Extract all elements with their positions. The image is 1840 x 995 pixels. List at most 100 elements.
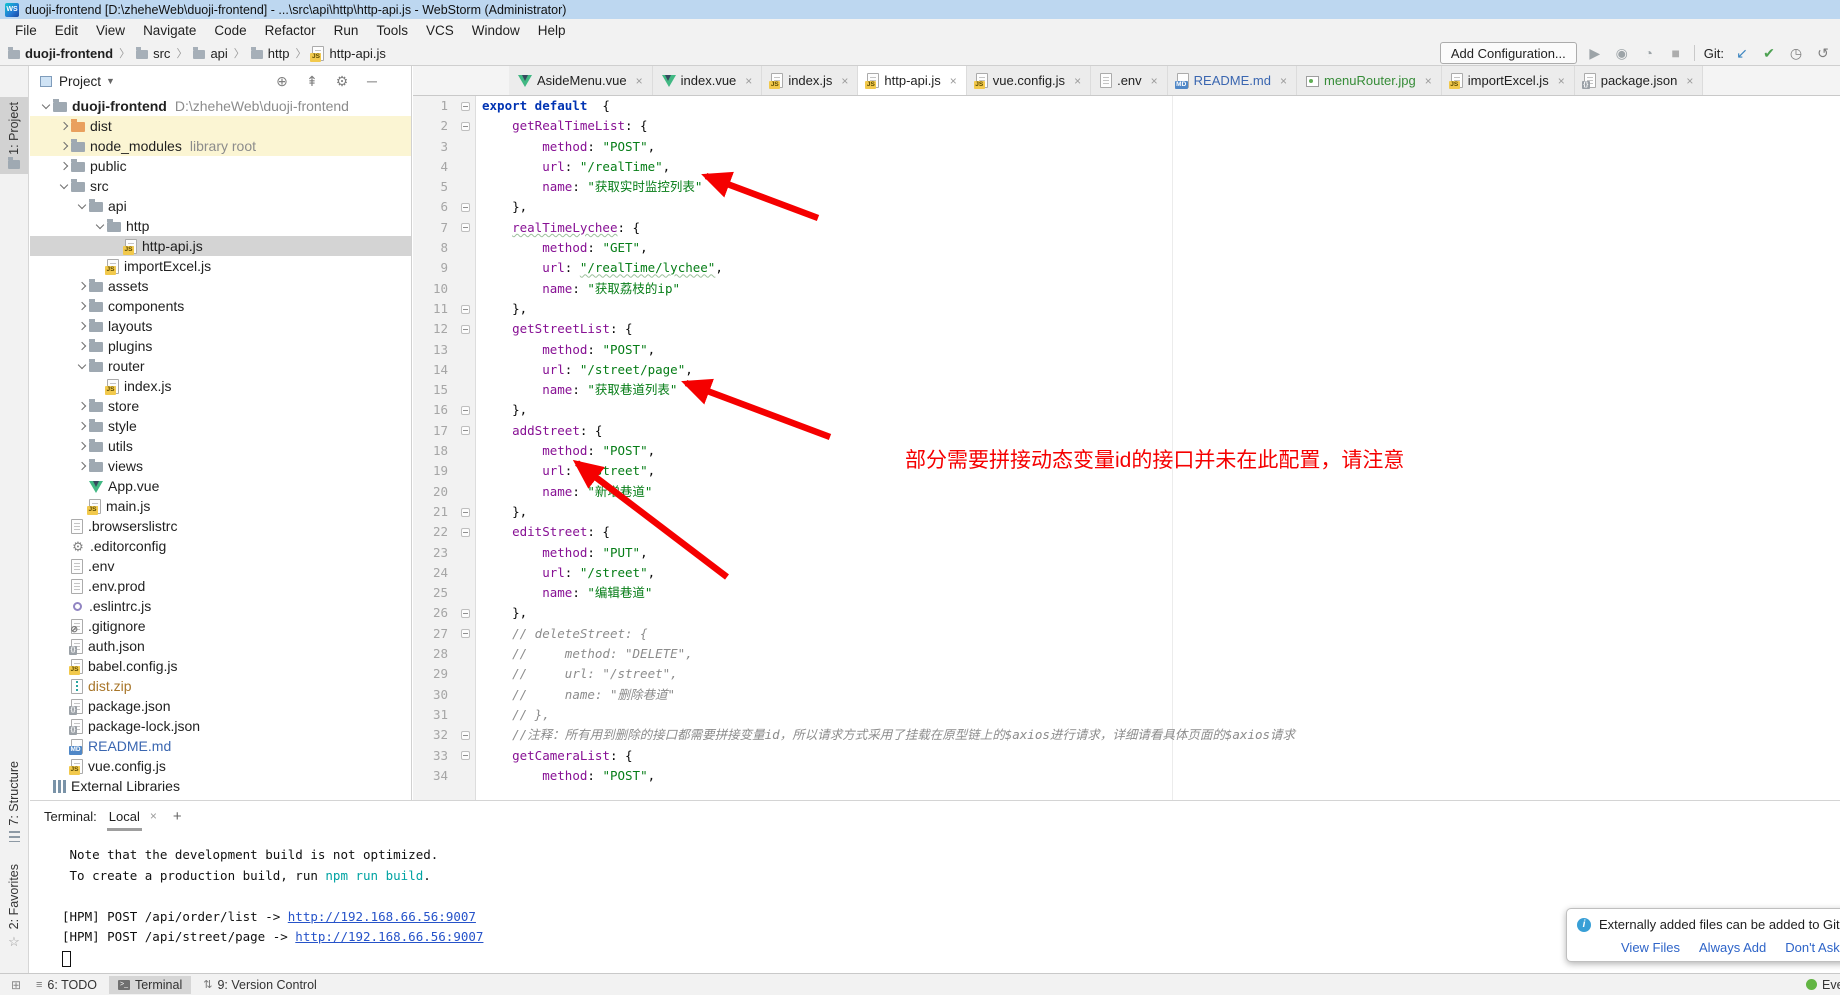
terminal-cursor[interactable]: [62, 951, 71, 967]
run-icon[interactable]: ▶: [1586, 45, 1604, 62]
tree-item[interactable]: MDREADME.md: [30, 736, 411, 756]
tree-item[interactable]: api: [30, 196, 411, 216]
tree-item[interactable]: JSvue.config.js: [30, 756, 411, 776]
chevron-down-icon[interactable]: [74, 205, 89, 208]
close-icon[interactable]: ×: [1558, 74, 1565, 88]
stop-icon[interactable]: ■: [1667, 45, 1685, 61]
tree-item[interactable]: .env.prod: [30, 576, 411, 596]
chevron-down-icon[interactable]: ▼: [106, 76, 115, 86]
tree-item[interactable]: router: [30, 356, 411, 376]
close-icon[interactable]: ×: [1074, 74, 1081, 88]
editor-tab-package-json[interactable]: {}package.json×: [1575, 66, 1704, 95]
collapse-icon[interactable]: ⇞: [303, 73, 321, 90]
chevron-right-icon[interactable]: [74, 463, 89, 469]
stripe-tab-1-project[interactable]: 1: Project: [0, 97, 28, 174]
menu-item-view[interactable]: View: [87, 21, 134, 40]
chevron-right-icon[interactable]: [56, 143, 71, 149]
fold-marker[interactable]: [455, 218, 476, 238]
tree-item[interactable]: duoji-frontendD:\zheheWeb\duoji-frontend: [30, 96, 411, 116]
menu-item-navigate[interactable]: Navigate: [134, 21, 205, 40]
editor-tab-vue-config-js[interactable]: JSvue.config.js×: [967, 66, 1091, 95]
notification-action-view-files[interactable]: View Files: [1621, 940, 1680, 955]
chevron-right-icon[interactable]: [74, 323, 89, 329]
fold-marker[interactable]: [455, 624, 476, 644]
stripe-tab-2-favorites[interactable]: 2: Favorites☆: [0, 859, 28, 955]
status-bar-item-9-version-control[interactable]: ⇅9: Version Control: [194, 976, 326, 994]
editor-area[interactable]: AsideMenu.vue×index.vue×JSindex.js×JShtt…: [413, 66, 1840, 800]
breadcrumb-item[interactable]: http: [251, 46, 290, 61]
tree-item[interactable]: External Libraries: [30, 776, 411, 796]
tree-item[interactable]: public: [30, 156, 411, 176]
breadcrumb-item[interactable]: src: [136, 46, 170, 61]
tree-item[interactable]: dist.zip: [30, 676, 411, 696]
settings-icon[interactable]: ⚙: [333, 73, 351, 90]
editor-tab-index-vue[interactable]: index.vue×: [653, 66, 763, 95]
tree-item[interactable]: utils: [30, 436, 411, 456]
debug-icon[interactable]: ◉: [1613, 45, 1631, 62]
close-icon[interactable]: ×: [1425, 74, 1432, 88]
close-icon[interactable]: ×: [636, 74, 643, 88]
chevron-down-icon[interactable]: [92, 225, 107, 228]
terminal-tab-local[interactable]: Local: [107, 802, 142, 831]
chevron-right-icon[interactable]: [74, 443, 89, 449]
editor-tab-index-js[interactable]: JSindex.js×: [762, 66, 858, 95]
tree-item[interactable]: .env: [30, 556, 411, 576]
tree-item[interactable]: style: [30, 416, 411, 436]
tree-item[interactable]: store: [30, 396, 411, 416]
fold-marker[interactable]: [455, 746, 476, 766]
tree-item[interactable]: dist: [30, 116, 411, 136]
fold-marker[interactable]: [455, 116, 476, 136]
close-icon[interactable]: ×: [1151, 74, 1158, 88]
menu-item-file[interactable]: File: [6, 21, 46, 40]
close-icon[interactable]: ×: [841, 74, 848, 88]
update-icon[interactable]: ↙: [1733, 45, 1751, 62]
tree-item[interactable]: {}package-lock.json: [30, 716, 411, 736]
fold-marker[interactable]: [455, 319, 476, 339]
fold-marker[interactable]: [455, 603, 476, 623]
fold-marker[interactable]: [455, 522, 476, 542]
tree-item[interactable]: node_moduleslibrary root: [30, 136, 411, 156]
editor-tab--env[interactable]: .env×: [1091, 66, 1168, 95]
tree-item[interactable]: http: [30, 216, 411, 236]
chevron-right-icon[interactable]: [74, 403, 89, 409]
chevron-right-icon[interactable]: [56, 123, 71, 129]
close-icon[interactable]: ×: [950, 74, 957, 88]
menu-item-run[interactable]: Run: [325, 21, 368, 40]
status-bar-item-6-todo[interactable]: ≡6: TODO: [27, 976, 106, 994]
tree-item[interactable]: .browserslistrc: [30, 516, 411, 536]
close-icon[interactable]: ×: [1280, 74, 1287, 88]
commit-icon[interactable]: ✔: [1760, 45, 1778, 62]
tree-item[interactable]: {}package.json: [30, 696, 411, 716]
locate-icon[interactable]: ⊕: [273, 73, 291, 90]
revert-icon[interactable]: ↺: [1814, 45, 1832, 62]
fold-marker[interactable]: [455, 502, 476, 522]
menu-item-vcs[interactable]: VCS: [417, 21, 463, 40]
tree-item[interactable]: ⚙.editorconfig: [30, 536, 411, 556]
menu-item-refactor[interactable]: Refactor: [256, 21, 325, 40]
editor-tab-importexcel-js[interactable]: JSimportExcel.js×: [1442, 66, 1575, 95]
coverage-icon[interactable]: ◔: [1640, 45, 1658, 61]
tree-item[interactable]: layouts: [30, 316, 411, 336]
fold-marker[interactable]: [455, 421, 476, 441]
project-panel-title[interactable]: Project: [59, 74, 101, 89]
breadcrumb-item[interactable]: duoji-frontend: [8, 46, 113, 61]
tree-item[interactable]: JSimportExcel.js: [30, 256, 411, 276]
tree-item[interactable]: JSindex.js: [30, 376, 411, 396]
fold-marker[interactable]: [455, 197, 476, 217]
tree-item[interactable]: views: [30, 456, 411, 476]
fold-marker[interactable]: [455, 299, 476, 319]
chevron-down-icon[interactable]: [74, 365, 89, 368]
tree-item[interactable]: {}auth.json: [30, 636, 411, 656]
menu-item-window[interactable]: Window: [463, 21, 529, 40]
menu-item-help[interactable]: Help: [529, 21, 575, 40]
editor-tab-readme-md[interactable]: MDREADME.md×: [1168, 66, 1297, 95]
chevron-right-icon[interactable]: [74, 283, 89, 289]
chevron-right-icon[interactable]: [74, 303, 89, 309]
close-icon[interactable]: ×: [1686, 74, 1693, 88]
chevron-down-icon[interactable]: [56, 185, 71, 188]
tree-item[interactable]: App.vue: [30, 476, 411, 496]
fold-marker[interactable]: [455, 96, 476, 116]
notification-action-don-t-ask-again[interactable]: Don't Ask Again: [1785, 940, 1840, 955]
breadcrumb-item[interactable]: JShttp-api.js: [312, 46, 385, 61]
menu-item-code[interactable]: Code: [205, 21, 255, 40]
